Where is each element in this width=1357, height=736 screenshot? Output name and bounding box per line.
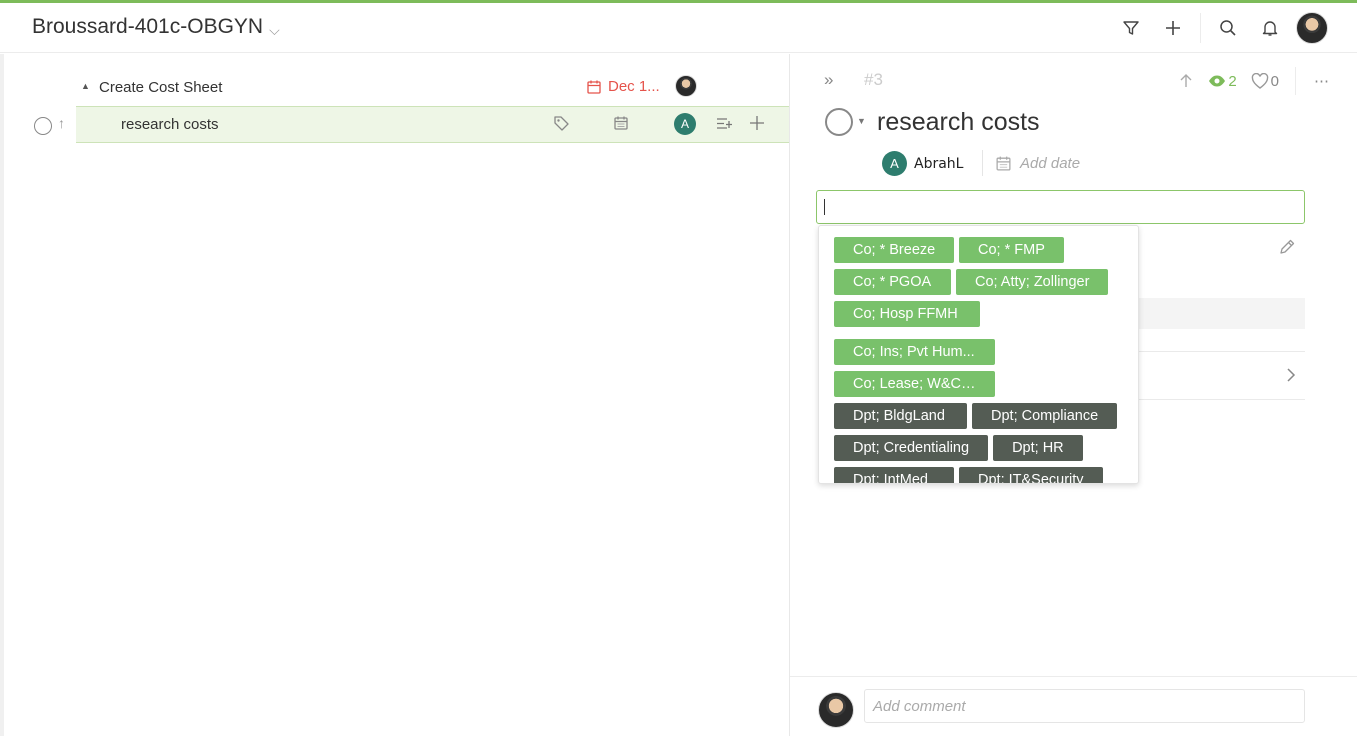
tag-search-input[interactable] bbox=[816, 190, 1305, 224]
add-icon[interactable] bbox=[1152, 11, 1194, 45]
task-row-selected[interactable]: research costs A bbox=[76, 106, 789, 143]
collapse-panel-icon[interactable]: » bbox=[824, 70, 833, 90]
comment-placeholder: Add comment bbox=[873, 698, 966, 715]
add-date-button[interactable]: Add date bbox=[982, 150, 1080, 176]
comment-input[interactable]: Add comment bbox=[864, 689, 1305, 723]
tag-option[interactable]: Co; Hosp FFMH bbox=[834, 301, 980, 327]
chevron-down-icon: ⌵ bbox=[269, 21, 280, 38]
tag-option[interactable]: Co; * PGOA bbox=[834, 269, 951, 295]
add-date-label: Add date bbox=[1020, 154, 1081, 172]
panel-divider bbox=[789, 54, 790, 736]
actions-divider bbox=[1295, 67, 1296, 95]
row-break bbox=[1000, 339, 1130, 365]
task-row-parent[interactable]: ▲ Create Cost Sheet Dec 1... bbox=[76, 70, 789, 104]
divider bbox=[1139, 399, 1305, 400]
calendar-icon[interactable] bbox=[613, 115, 629, 136]
watchers-count: 2 bbox=[1228, 72, 1237, 90]
pencil-icon[interactable] bbox=[1278, 238, 1296, 261]
project-switcher[interactable]: Broussard-401c-OBGYN ⌵ bbox=[32, 15, 280, 39]
text-cursor bbox=[824, 199, 825, 215]
tag-option[interactable]: Co; * Breeze bbox=[834, 237, 954, 263]
tag-option[interactable]: Co; Atty; Zollinger bbox=[956, 269, 1109, 295]
assignee-name: AbrahL bbox=[914, 155, 964, 172]
task-title[interactable]: research costs bbox=[877, 108, 1040, 137]
tag-option[interactable]: Co; Lease; W&C ... bbox=[834, 371, 995, 397]
assignee-avatar[interactable] bbox=[675, 75, 697, 97]
plus-icon[interactable] bbox=[749, 115, 765, 136]
tag-option[interactable]: Dpt; HR bbox=[993, 435, 1083, 461]
bell-icon[interactable] bbox=[1249, 11, 1291, 45]
divider bbox=[1139, 351, 1305, 352]
complete-checkbox[interactable] bbox=[34, 117, 52, 135]
description-placeholder[interactable] bbox=[1139, 298, 1305, 329]
caret-down-icon[interactable]: ▼ bbox=[857, 116, 866, 126]
assignee-avatar: A bbox=[882, 151, 907, 176]
heart-icon bbox=[1251, 73, 1268, 89]
collapse-triangle-icon[interactable]: ▲ bbox=[81, 81, 90, 91]
tag-option[interactable]: Dpt; BldgLand bbox=[834, 403, 967, 429]
header-actions bbox=[1110, 11, 1333, 45]
user-avatar[interactable] bbox=[1291, 11, 1333, 45]
detail-actions: 2 0 ⋯ bbox=[1164, 67, 1329, 95]
watchers-button[interactable]: 2 bbox=[1208, 72, 1237, 90]
tag-option[interactable]: Co; * FMP bbox=[959, 237, 1064, 263]
complete-checkbox[interactable] bbox=[825, 108, 853, 136]
likes-count: 0 bbox=[1270, 72, 1279, 90]
header-divider bbox=[1200, 13, 1201, 43]
header: Broussard-401c-OBGYN ⌵ bbox=[0, 3, 1357, 53]
due-date[interactable]: Dec 1... bbox=[586, 78, 660, 95]
left-edge bbox=[0, 54, 4, 736]
tag-option[interactable]: Co; Ins; Pvt Hum... bbox=[834, 339, 995, 365]
search-icon[interactable] bbox=[1207, 11, 1249, 45]
assignee-avatar[interactable]: A bbox=[674, 113, 696, 135]
eye-icon bbox=[1209, 75, 1226, 87]
chevron-right-icon[interactable] bbox=[1284, 366, 1298, 389]
tag-option[interactable]: Dpt; Compliance bbox=[972, 403, 1118, 429]
task-title[interactable]: research costs bbox=[121, 116, 219, 133]
row-break bbox=[1000, 371, 1130, 397]
arrow-up-icon[interactable]: ↑ bbox=[58, 115, 65, 131]
calendar-icon bbox=[996, 156, 1011, 171]
like-button[interactable]: 0 bbox=[1251, 73, 1279, 90]
project-title: Broussard-401c-OBGYN bbox=[32, 15, 264, 38]
task-number: #3 bbox=[864, 70, 883, 89]
add-subtask-icon[interactable] bbox=[716, 115, 733, 137]
due-date-text: Dec 1... bbox=[608, 78, 660, 95]
tag-option[interactable]: Dpt; IntMed bbox=[834, 467, 954, 483]
arrow-up-icon[interactable] bbox=[1178, 73, 1194, 89]
tag-icon[interactable] bbox=[553, 115, 570, 137]
filter-icon[interactable] bbox=[1110, 11, 1152, 45]
tag-option[interactable]: Dpt; Credentialing bbox=[834, 435, 989, 461]
calendar-icon bbox=[587, 80, 601, 94]
tag-suggestions-dropdown: Co; * Breeze Co; * FMP Co; * PGOA Co; At… bbox=[818, 225, 1139, 484]
task-title[interactable]: Create Cost Sheet bbox=[99, 79, 222, 96]
assignee[interactable]: A AbrahL bbox=[882, 151, 963, 176]
tag-list: Co; * Breeze Co; * FMP Co; * PGOA Co; At… bbox=[834, 237, 1134, 483]
more-options-icon[interactable]: ⋯ bbox=[1314, 72, 1329, 90]
current-user-avatar bbox=[818, 692, 854, 728]
tag-option[interactable]: Dpt; IT&Security bbox=[959, 467, 1103, 483]
